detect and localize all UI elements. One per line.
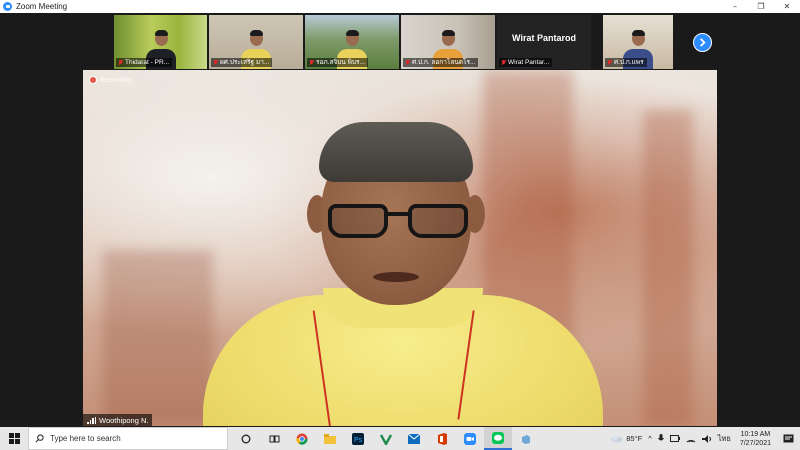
glasses — [328, 204, 468, 240]
window-title: Zoom Meeting — [16, 2, 68, 11]
chevron-up-icon[interactable]: ^ — [645, 434, 655, 443]
meeting-stage: Thidarat - PR... ผศ.ประเสริฐ มา... รอภ.ส… — [0, 13, 800, 427]
clock-date: 7/27/2021 — [739, 439, 771, 447]
taskbar-search-box[interactable]: Type here to search — [28, 427, 228, 450]
language-indicator[interactable]: ไทย — [715, 433, 734, 445]
taskbar-clock[interactable]: 10:19 AM 7/27/2021 — [734, 430, 777, 448]
restore-icon[interactable]: ❐ — [748, 0, 774, 13]
participant-tile[interactable]: Wirat Pantarod Wirat Pantar... — [497, 15, 591, 69]
taskbar-apps: Ps — [232, 427, 540, 450]
chrome-icon[interactable] — [288, 427, 316, 450]
recording-icon — [89, 76, 97, 84]
participant-name-label: ผศ.ประเสริฐ มา... — [211, 58, 273, 67]
notification-icon[interactable] — [777, 434, 800, 444]
file-explorer-icon[interactable] — [316, 427, 344, 450]
participant-name-label: Wirat Pantar... — [499, 58, 553, 67]
active-speaker-video: Recording Woothipong N. — [83, 70, 717, 426]
weather-icon — [611, 435, 623, 443]
vim-icon[interactable] — [372, 427, 400, 450]
participant-tile[interactable]: ผศ.ประเสริฐ มา... — [209, 15, 303, 69]
cortana-icon[interactable] — [232, 427, 260, 450]
recording-label: Recording — [100, 76, 132, 84]
mic-muted-icon — [309, 59, 314, 66]
participant-tile[interactable]: รอภ.สจิบน พิบร... — [305, 15, 399, 69]
system-tray: 85°F ^ ไทย 10:19 AM 7/27/2021 — [608, 427, 800, 450]
participant-strip: Thidarat - PR... ผศ.ประเสริฐ มา... รอภ.ส… — [0, 15, 800, 69]
mic-muted-icon — [405, 59, 410, 66]
weather-temperature: 85°F — [626, 434, 643, 443]
chevron-right-icon[interactable] — [693, 33, 712, 52]
participant-name-label: รอภ.สจิบน พิบร... — [307, 58, 368, 67]
svg-text:Ps: Ps — [354, 437, 363, 444]
participant-name-label: Thidarat - PR... — [116, 58, 173, 67]
office-icon[interactable] — [428, 427, 456, 450]
participant-tile[interactable]: ศ.ป.ก.แพร — [603, 15, 673, 69]
participant-name-label: ศ.ป.ก.แพร — [605, 58, 647, 67]
speaker-name: Woothipong N. — [99, 415, 149, 425]
zoom-app-icon — [3, 2, 12, 11]
mic-muted-icon — [118, 59, 123, 66]
window-controls: – ❐ ✕ — [722, 0, 800, 13]
volume-icon[interactable] — [699, 434, 715, 443]
windows-start-icon[interactable] — [0, 427, 28, 450]
participant-tile[interactable]: ศ.ป.ก. ลอกาโลนดโร... — [401, 15, 495, 69]
speaker-person — [203, 110, 603, 426]
signal-strength-icon — [87, 416, 96, 424]
participant-name-label: ศ.ป.ก. ลอกาโลนดโร... — [403, 58, 479, 67]
mic-muted-icon — [501, 59, 506, 66]
clock-time: 10:19 AM — [740, 430, 771, 438]
window-titlebar: Zoom Meeting – ❐ ✕ — [0, 0, 800, 13]
mic-muted-icon — [607, 59, 612, 66]
line-icon[interactable] — [484, 427, 512, 450]
network-icon[interactable] — [683, 435, 699, 443]
speaker-name-label: Woothipong N. — [83, 414, 153, 426]
participant-display-name: Wirat Pantarod — [512, 33, 576, 43]
close-icon[interactable]: ✕ — [774, 0, 800, 13]
mic-muted-icon — [213, 59, 218, 66]
app-icon[interactable] — [512, 427, 540, 450]
photoshop-icon[interactable]: Ps — [344, 427, 372, 450]
weather-widget[interactable]: 85°F — [608, 434, 645, 443]
task-view-icon[interactable] — [260, 427, 288, 450]
search-icon — [35, 434, 44, 443]
mail-icon[interactable] — [400, 427, 428, 450]
microphone-icon[interactable] — [655, 434, 667, 443]
participant-tile[interactable]: Thidarat - PR... — [114, 15, 207, 69]
minimize-icon[interactable]: – — [722, 0, 748, 13]
battery-icon[interactable] — [667, 435, 683, 442]
zoom-icon[interactable] — [456, 427, 484, 450]
windows-taskbar: Type here to search Ps 85°F ^ ไทย 10:19 … — [0, 427, 800, 450]
search-placeholder: Type here to search — [50, 434, 121, 443]
recording-indicator: Recording — [89, 76, 132, 84]
